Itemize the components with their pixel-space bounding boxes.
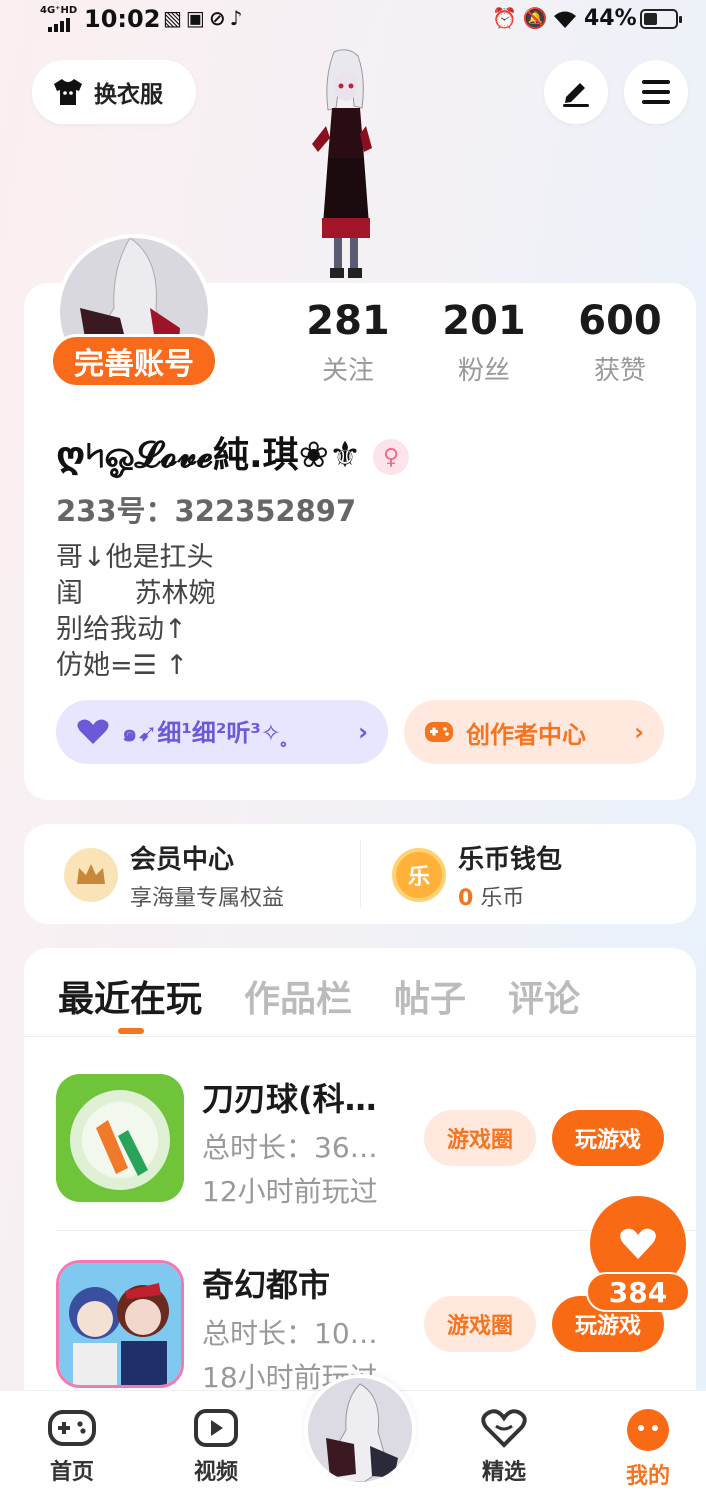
- wallet-button[interactable]: 乐 乐币钱包 0 乐币: [392, 840, 563, 911]
- mute-icon: 🔕: [522, 6, 554, 30]
- gamepad-icon: [425, 722, 453, 742]
- app-notif-icon: ⊘: [208, 6, 230, 30]
- personal-tag-label: ๑➹细¹细²听³✧ ̥: [122, 718, 290, 747]
- crown-icon: [64, 848, 118, 902]
- wallet-title: 乐币钱包: [458, 844, 563, 875]
- personal-tag-pill[interactable]: ๑➹细¹细²听³✧ ̥ ›: [56, 700, 388, 764]
- network-indicator: 4G⁺HD: [40, 5, 78, 16]
- center-avatar-button[interactable]: [304, 1374, 416, 1486]
- active-tab-indicator: [118, 1028, 144, 1034]
- game-icon[interactable]: [56, 1260, 184, 1388]
- tab-comments[interactable]: 评论: [508, 970, 580, 1022]
- followers-count: 201: [442, 298, 526, 344]
- tab-recently-played[interactable]: 最近在玩: [58, 970, 202, 1022]
- video-play-icon: [194, 1409, 238, 1447]
- nickname: ღ৸ஓ𝓛𝓸𝓿𝓮純.琪❀⚜: [56, 435, 362, 476]
- alarm-icon: ⏰: [492, 6, 523, 30]
- pen-icon: [563, 83, 589, 107]
- wifi-icon: [554, 11, 576, 28]
- play-game-button[interactable]: 玩游戏: [552, 1110, 664, 1166]
- likes-label: 获赞: [593, 356, 646, 386]
- divider: [360, 840, 361, 908]
- edit-profile-button[interactable]: [544, 60, 608, 124]
- heart-icon: [620, 1228, 656, 1259]
- coin-icon: 乐: [392, 848, 446, 902]
- vip-subtitle: 享海量专属权益: [130, 885, 285, 911]
- game-last-played: 12小时前玩过: [202, 1175, 378, 1208]
- game-row[interactable]: 刀刃球(科… 总时长：36… 12小时前玩过 游戏圈 玩游戏: [56, 1074, 676, 1208]
- like-count-badge: 384: [586, 1272, 690, 1312]
- clock: 10:02: [84, 5, 161, 33]
- game-name: 奇幻都市: [202, 1266, 331, 1304]
- system-icons: ⏰🔕: [492, 6, 554, 30]
- profile-face-icon: [627, 1409, 669, 1451]
- content-tabs: 最近在玩 作品栏 帖子 评论: [58, 970, 580, 1022]
- nav-video[interactable]: 视频: [176, 1408, 256, 1486]
- game-name: 刀刃球(科…: [202, 1080, 377, 1118]
- game-icon[interactable]: [56, 1074, 184, 1202]
- wallet-unit: 乐币: [480, 885, 525, 911]
- tab-works[interactable]: 作品栏: [244, 970, 352, 1022]
- bio: 哥↓他是扛头 闺 苏林婉 别给我动↑ 仿她=☰ ↑: [56, 540, 216, 684]
- chevron-right-icon: ›: [358, 718, 368, 746]
- following-label: 关注: [321, 356, 374, 386]
- likes-count: 600: [578, 298, 662, 344]
- video-notif-icon: ▣: [185, 6, 209, 30]
- nav-home-label: 首页: [49, 1460, 94, 1485]
- creator-center-label: 创作者中心: [466, 720, 586, 749]
- gamepad-icon: [48, 1410, 96, 1446]
- bio-line: 闺 苏林婉: [56, 578, 216, 609]
- complete-account-badge[interactable]: 完善账号: [50, 334, 218, 388]
- heart-icon: [77, 719, 109, 744]
- heart-icon: [481, 1409, 527, 1448]
- following-count: 281: [306, 298, 390, 344]
- nav-home[interactable]: 首页: [32, 1408, 112, 1486]
- hamburger-icon: [642, 80, 670, 104]
- tab-posts[interactable]: 帖子: [394, 970, 466, 1022]
- nav-me-label: 我的: [625, 1464, 670, 1489]
- vip-center-button[interactable]: 会员中心 享海量专属权益: [64, 840, 285, 911]
- chevron-right-icon: ›: [634, 718, 644, 746]
- divider: [24, 1036, 696, 1037]
- nav-me[interactable]: 我的: [608, 1408, 688, 1490]
- stat-following[interactable]: 281 关注: [288, 298, 408, 387]
- change-outfit-label: 换衣服: [94, 82, 163, 108]
- game-duration: 总时长：10…: [202, 1317, 378, 1350]
- nav-featured-label: 精选: [481, 1460, 526, 1485]
- status-bar: 4G⁺HD 10:02 ▧▣⊘♪ ⏰🔕 44%: [0, 0, 706, 40]
- creator-center-button[interactable]: 创作者中心 ›: [404, 700, 664, 764]
- vip-title: 会员中心: [130, 844, 235, 875]
- bio-line: 仿她=☰ ↑: [56, 650, 189, 681]
- tshirt-icon: [54, 79, 82, 105]
- game-circle-button[interactable]: 游戏圈: [424, 1110, 536, 1166]
- tiktok-notif-icon: ♪: [229, 6, 247, 30]
- nav-featured[interactable]: 精选: [464, 1408, 544, 1486]
- battery-fill: [644, 13, 657, 25]
- menu-button[interactable]: [624, 60, 688, 124]
- battery-icon: [640, 9, 682, 29]
- user-id: 233号：322352897: [56, 494, 357, 528]
- nickname-row: ღ৸ஓ𝓛𝓸𝓿𝓮純.琪❀⚜ ♀: [56, 426, 410, 488]
- game-circle-button[interactable]: 游戏圈: [424, 1296, 536, 1352]
- stat-followers[interactable]: 201 粉丝: [424, 298, 544, 387]
- followers-label: 粉丝: [457, 356, 510, 386]
- gender-female-icon: ♀: [373, 439, 410, 475]
- bio-line: 别给我动↑: [56, 614, 187, 645]
- character-avatar-figure[interactable]: [296, 48, 396, 284]
- game-duration: 总时长：36…: [202, 1131, 378, 1164]
- battery-percent: 44%: [584, 6, 637, 31]
- wallet-amount: 0: [458, 885, 474, 911]
- nav-video-label: 视频: [193, 1460, 238, 1485]
- signal-icon: [48, 18, 70, 32]
- stat-likes[interactable]: 600 获赞: [560, 298, 680, 387]
- notification-icons: ▧▣⊘♪: [163, 6, 246, 30]
- gallery-notif-icon: ▧: [163, 6, 186, 30]
- bio-line: 哥↓他是扛头: [56, 542, 214, 573]
- game-row[interactable]: 奇幻都市 总时长：10… 18小时前玩过 游戏圈 玩游戏: [56, 1260, 676, 1394]
- change-outfit-button[interactable]: 换衣服: [32, 60, 196, 124]
